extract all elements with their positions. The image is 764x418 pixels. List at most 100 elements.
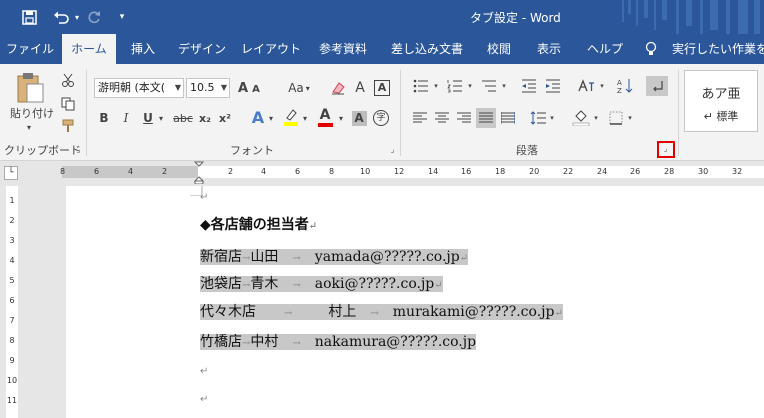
redo-icon[interactable] — [84, 0, 104, 34]
tab-mailings[interactable]: 差し込み文書 — [382, 34, 472, 64]
highlight-color-icon[interactable] — [282, 106, 300, 128]
underline-button[interactable]: U — [140, 108, 156, 128]
character-shading-button[interactable]: A — [350, 108, 368, 128]
italic-button[interactable]: I — [118, 108, 134, 128]
font-size-combo[interactable]: 10.5 ▼ — [186, 78, 230, 98]
lightbulb-icon — [644, 34, 658, 64]
chevron-down-icon[interactable]: ▾ — [500, 78, 508, 94]
styles-gallery-item-normal[interactable]: あア亜 ↵ 標準 — [684, 70, 758, 132]
chevron-down-icon[interactable]: ▾ — [466, 78, 474, 94]
vertical-ruler[interactable]: 1 2 3 4 5 6 7 8 9 10 11 — [0, 186, 24, 418]
group-divider — [400, 70, 401, 156]
paragraph-dialog-launcher-icon[interactable]: ⌟ — [661, 145, 670, 154]
document-line-4[interactable]: 竹橋店→中村 → nakamura@?????.co.jp — [200, 329, 477, 355]
align-left-icon[interactable] — [410, 108, 430, 128]
asian-layout-icon[interactable] — [574, 76, 598, 96]
phonetic-guide-icon[interactable]: A — [350, 78, 370, 98]
show-formatting-marks-icon[interactable] — [646, 76, 668, 96]
save-icon[interactable] — [18, 0, 40, 34]
format-painter-icon[interactable] — [58, 116, 78, 136]
tab-selector-icon[interactable]: └ — [4, 166, 18, 180]
borders-icon[interactable] — [606, 108, 626, 128]
paste-button[interactable]: 貼り付け — [6, 104, 58, 122]
shading-icon[interactable] — [570, 106, 592, 128]
chevron-down-icon[interactable]: ▾ — [266, 108, 276, 128]
character-border-icon[interactable]: A — [372, 78, 392, 98]
increase-indent-icon[interactable] — [542, 76, 564, 96]
strikethrough-button[interactable]: abc — [172, 108, 194, 128]
selected-row: 竹橋店→中村 → nakamura@?????.co.jp — [200, 334, 477, 350]
ruler-left-labels: 8 6 4 2 — [60, 167, 168, 176]
selected-row: 新宿店→山田 → yamada@?????.co.jp↵ — [200, 249, 469, 265]
horizontal-ruler[interactable]: └ 8 6 4 2 2 4 6 8 10 12 14 16 18 20 22 2… — [0, 161, 764, 184]
paragraph-group-label: 段落 — [516, 144, 538, 157]
shrink-font-icon[interactable]: A — [250, 80, 262, 98]
tab-help[interactable]: ヘルプ — [576, 34, 634, 64]
tab-file[interactable]: ファイル — [0, 34, 60, 64]
ruler-right-labels: 2 4 6 8 10 12 14 16 18 20 22 24 26 28 30… — [228, 167, 743, 176]
tab-references[interactable]: 参考資料 — [308, 34, 378, 64]
distributed-icon[interactable] — [498, 108, 518, 128]
paste-dropdown-icon[interactable]: ▾ — [24, 122, 34, 132]
document-heading[interactable]: ◆各店舗の担当者↵ — [200, 212, 317, 238]
clear-formatting-icon[interactable] — [328, 78, 348, 98]
undo-icon[interactable] — [50, 0, 72, 34]
chevron-down-icon[interactable]: ▾ — [156, 108, 166, 128]
document-line-1[interactable]: 新宿店→山田 → yamada@?????.co.jp↵ — [200, 244, 469, 270]
selected-row: 代々木店 → 村上 → murakami@?????.co.jp↵ — [200, 304, 563, 320]
change-case-button[interactable]: Aa ▾ — [284, 78, 314, 98]
font-color-button[interactable]: A — [316, 106, 334, 128]
chevron-down-icon[interactable]: ▾ — [300, 108, 310, 128]
style-sample: あア亜 — [701, 87, 741, 102]
clipboard-dialog-launcher-icon[interactable]: ⌟ — [74, 146, 83, 155]
tab-layout[interactable]: レイアウト — [238, 34, 304, 64]
font-group-label: フォント — [230, 144, 274, 157]
tell-me-search[interactable]: 実行したい作業を入 — [672, 34, 764, 64]
paragraph-mark: ↵ — [308, 221, 318, 232]
chevron-down-icon[interactable]: ▾ — [592, 110, 600, 126]
superscript-button[interactable]: x² — [216, 108, 234, 128]
chevron-down-icon[interactable]: ▾ — [626, 110, 634, 126]
justify-icon[interactable] — [476, 108, 496, 128]
line-spacing-icon[interactable] — [528, 108, 548, 128]
font-name-combo[interactable]: 游明朝 (本文(▼ — [94, 78, 184, 98]
tab-review[interactable]: 校閲 — [476, 34, 522, 64]
grow-font-icon[interactable]: A — [236, 78, 250, 98]
customize-qat-icon[interactable]: ▾ — [114, 0, 130, 34]
align-center-icon[interactable] — [432, 108, 452, 128]
multilevel-list-icon[interactable] — [478, 76, 500, 96]
group-divider — [678, 70, 679, 156]
numbering-icon[interactable] — [444, 76, 466, 96]
font-color-swatch — [317, 122, 333, 127]
paragraph-mark: ↵ — [200, 394, 209, 405]
indent-markers-icon[interactable] — [194, 161, 204, 184]
heading-text: ◆各店舗の担当者 — [200, 217, 309, 233]
chevron-down-icon[interactable]: ▾ — [432, 78, 440, 94]
subscript-button[interactable]: x₂ — [196, 108, 214, 128]
enclose-characters-button[interactable]: 字 — [372, 108, 390, 128]
paste-icon[interactable] — [12, 72, 48, 104]
align-right-icon[interactable] — [454, 108, 474, 128]
undo-dropdown-icon[interactable]: ▾ — [72, 0, 82, 34]
tab-insert[interactable]: 挿入 — [120, 34, 166, 64]
sort-icon[interactable]: AZ — [614, 76, 636, 96]
chevron-down-icon: ▼ — [220, 83, 227, 92]
clipboard-group-label: クリップボード — [4, 144, 81, 157]
bold-button[interactable]: B — [96, 108, 112, 128]
tab-view[interactable]: 表示 — [526, 34, 572, 64]
text-effects-icon[interactable]: A — [248, 106, 268, 128]
document-line-3[interactable]: 代々木店 → 村上 → murakami@?????.co.jp↵ — [200, 299, 563, 325]
decrease-indent-icon[interactable] — [518, 76, 540, 96]
svg-text:Z: Z — [617, 87, 622, 94]
tab-home[interactable]: ホーム — [62, 34, 116, 64]
chevron-down-icon[interactable]: ▾ — [548, 110, 556, 126]
cut-icon[interactable] — [58, 70, 78, 90]
chevron-down-icon[interactable]: ▾ — [336, 108, 346, 128]
chevron-down-icon[interactable]: ▾ — [598, 78, 606, 94]
copy-icon[interactable] — [58, 94, 78, 114]
svg-text:A: A — [617, 79, 622, 87]
tab-design[interactable]: デザイン — [170, 34, 234, 64]
document-line-2[interactable]: 池袋店→青木 → aoki@?????.co.jp↵ — [200, 271, 443, 297]
font-dialog-launcher-icon[interactable]: ⌟ — [388, 146, 397, 155]
bullets-icon[interactable] — [410, 76, 432, 96]
